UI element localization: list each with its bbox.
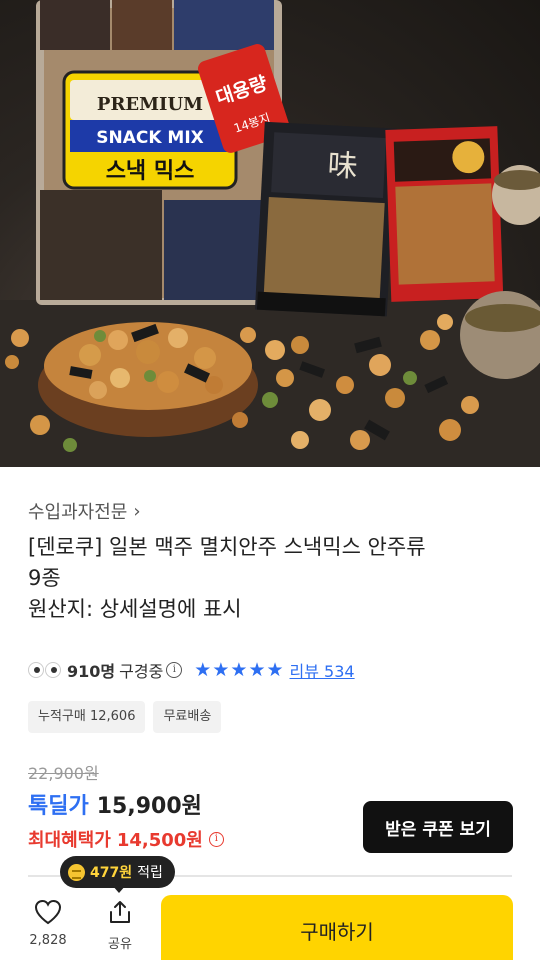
stats-row: 910명 구경중 i ★ ★ ★ ★ ★ 리뷰 534	[28, 657, 355, 683]
brand-name[interactable]: 수입과자전문	[28, 498, 127, 524]
star-icon: ★	[212, 659, 230, 681]
product-title: [덴로쿠] 일본 맥주 멸치안주 스낵믹스 안주류 9종 원산지: 상세설명에 …	[28, 532, 512, 625]
brand-link[interactable]: 수입과자전문 ›	[28, 498, 141, 524]
tag-free-shipping: 무료배송	[153, 701, 222, 733]
deal-price-row: 톡딜가 15,900원	[28, 788, 202, 820]
share-label: 공유	[108, 937, 132, 952]
info-icon[interactable]: i	[208, 831, 224, 847]
max-benefit-row[interactable]: 최대혜택가 14,500원 i	[28, 826, 224, 852]
viewers-count: 910명	[67, 662, 116, 681]
deal-label: 톡딜가	[28, 794, 89, 819]
svg-text:PREMIUM: PREMIUM	[97, 94, 203, 115]
reward-suffix: 적립	[137, 865, 163, 881]
product-image[interactable]: PREMIUM SNACK MIX 스낵 믹스 대용량 14봉지 味	[0, 0, 540, 467]
star-icon: ★	[248, 659, 266, 681]
bottom-action-bar: 2,828 공유 구매하기	[0, 893, 540, 960]
star-icon: ★	[266, 659, 284, 681]
max-benefit-label: 최대혜택가	[28, 830, 111, 851]
rating-stars: ★ ★ ★ ★ ★	[194, 660, 283, 680]
reward-badge-tail	[112, 885, 126, 893]
chevron-right-icon: ›	[133, 500, 141, 522]
reward-amount: 477원	[90, 865, 133, 881]
tag-list: 누적구매 12,606 무료배송	[28, 701, 222, 733]
like-count: 2,828	[29, 933, 67, 948]
deal-price: 15,900원	[96, 794, 202, 819]
product-photo-svg: PREMIUM SNACK MIX 스낵 믹스 대용량 14봉지 味	[0, 0, 540, 467]
product-title-line2: 9종	[28, 566, 61, 590]
star-icon: ★	[194, 659, 212, 681]
like-button[interactable]: 2,828	[18, 899, 78, 948]
star-icon: ★	[230, 659, 248, 681]
info-icon[interactable]: i	[166, 662, 183, 678]
buy-button[interactable]: 구매하기	[161, 895, 513, 960]
dark-snack-pack: 味	[254, 121, 397, 317]
share-button[interactable]: 공유	[90, 899, 150, 952]
max-benefit-price: 14,500원	[116, 830, 203, 851]
reward-badge: 477원 적립	[60, 856, 175, 888]
svg-text:味: 味	[327, 148, 359, 185]
original-price: 22,900원	[28, 764, 99, 783]
svg-text:SNACK MIX: SNACK MIX	[96, 128, 204, 148]
coin-icon	[68, 863, 85, 881]
heart-icon	[34, 899, 62, 925]
viewers-suffix: 구경중	[119, 662, 164, 681]
tag-cumulative-purchase: 누적구매 12,606	[28, 701, 146, 733]
snack-bowl	[38, 322, 258, 437]
review-link[interactable]: 리뷰 534	[290, 658, 355, 682]
eyes-icon	[28, 662, 61, 678]
view-coupons-button[interactable]: 받은 쿠폰 보기	[363, 801, 513, 853]
svg-text:스낵 믹스: 스낵 믹스	[106, 159, 195, 184]
product-origin: 원산지: 상세설명에 표시	[28, 597, 242, 621]
product-title-line1: [덴로쿠] 일본 맥주 멸치안주 스낵믹스 안주류	[28, 535, 426, 559]
red-snack-pack	[385, 126, 504, 302]
share-icon	[110, 901, 130, 923]
